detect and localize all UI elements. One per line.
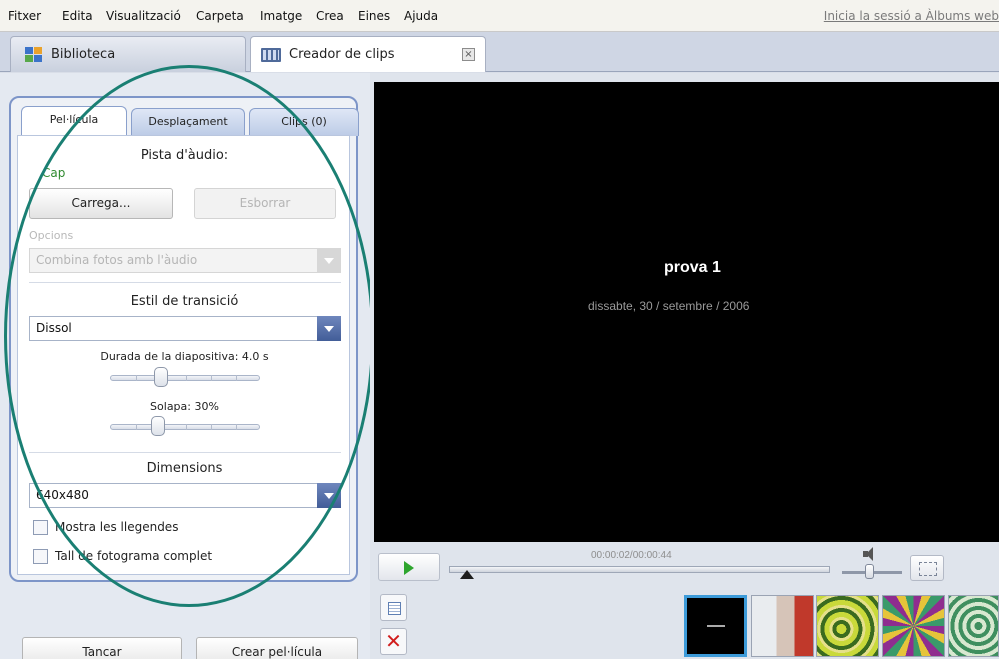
transition-style-select[interactable]: Dissol	[29, 316, 341, 341]
remove-clip-button[interactable]: ✕	[380, 628, 407, 655]
show-captions-row[interactable]: Mostra les llegendes	[33, 520, 253, 536]
dimensions-title: Dimensions	[146, 461, 223, 476]
load-audio-button[interactable]: Carrega...	[29, 188, 173, 219]
dimensions-select[interactable]: 640x480	[29, 483, 341, 508]
volume-slider-thumb[interactable]	[865, 564, 874, 579]
transition-style-value: Dissol	[36, 321, 72, 335]
options-select-value: Combina fotos amb l'àudio	[36, 253, 198, 267]
clip-thumbnail[interactable]	[751, 595, 814, 657]
divider	[29, 282, 341, 283]
tab-desplacament[interactable]: Desplaçament	[131, 108, 245, 136]
full-frame-crop-row[interactable]: Tall de fotograma complet	[33, 549, 253, 565]
play-button[interactable]	[378, 553, 440, 581]
full-frame-crop-checkbox[interactable]	[33, 549, 48, 564]
tab-creador-de-clips[interactable]: Creador de clips ×	[250, 36, 486, 72]
slide-duration-label: Durada de la diapositiva: 4.0 s	[100, 350, 269, 363]
slide-duration-slider[interactable]	[110, 375, 260, 381]
menu-ajuda[interactable]: Ajuda	[404, 9, 438, 23]
transition-style-title: Estil de transició	[130, 294, 239, 309]
overlap-slider[interactable]	[110, 424, 260, 430]
playhead-marker[interactable]	[460, 570, 474, 579]
panel-body: Pista d'àudio: Cap Carrega... Esborrar O…	[17, 135, 350, 575]
preview-title: prova 1	[664, 259, 721, 276]
library-icon	[25, 47, 43, 62]
chevron-down-icon	[317, 483, 341, 508]
chevron-down-icon	[317, 316, 341, 341]
clip-thumbnail[interactable]	[684, 595, 747, 657]
preview-date: dissabte, 30 / setembre / 2006	[588, 299, 750, 313]
dimensions-value: 640x480	[36, 488, 89, 502]
overlap-slider-thumb[interactable]	[151, 416, 165, 436]
signin-web-albums-link[interactable]: Inicia la sessió a Àlbums web	[824, 9, 999, 23]
volume-icon	[863, 547, 879, 561]
show-captions-checkbox[interactable]	[33, 520, 48, 535]
tab-biblioteca[interactable]: Biblioteca	[10, 36, 246, 72]
left-sidebar: Pel·lícula Desplaçament Clips (0) Pista …	[0, 73, 370, 659]
clip-thumbnail[interactable]	[948, 595, 999, 657]
video-preview: prova 1 dissabte, 30 / setembre / 2006	[374, 82, 999, 542]
preview-area: prova 1 dissabte, 30 / setembre / 2006 0…	[370, 73, 999, 659]
divider	[29, 452, 341, 453]
time-readout: 00:00:02/00:00:44	[591, 550, 672, 561]
audio-track-value: Cap	[42, 166, 66, 180]
audio-track-title: Pista d'àudio:	[140, 148, 229, 163]
add-text-slide-button[interactable]	[380, 594, 407, 621]
options-label: Opcions	[29, 229, 74, 242]
clip-thumbnail[interactable]	[816, 595, 879, 657]
tab-creador-label: Creador de clips	[289, 47, 395, 62]
menu-crea[interactable]: Crea	[316, 9, 344, 23]
movie-settings-panel: Pel·lícula Desplaçament Clips (0) Pista …	[9, 96, 359, 582]
full-frame-crop-label: Tall de fotograma complet	[55, 549, 213, 563]
menu-fitxer[interactable]: Fitxer	[8, 9, 41, 23]
timeline-scrubber[interactable]	[449, 566, 830, 573]
clip-thumbnail[interactable]	[882, 595, 945, 657]
fullscreen-button[interactable]	[910, 555, 944, 581]
chevron-down-icon	[317, 248, 341, 273]
menu-carpeta[interactable]: Carpeta	[196, 9, 244, 23]
film-icon	[261, 48, 281, 62]
tab-row: Biblioteca Creador de clips ×	[0, 32, 999, 72]
menu-bar: Fitxer Edita Visualització Carpeta Imatg…	[0, 0, 999, 32]
slide-duration-slider-thumb[interactable]	[154, 367, 168, 387]
delete-audio-button[interactable]: Esborrar	[194, 188, 336, 219]
panel-tabs: Pel·lícula Desplaçament Clips (0)	[21, 106, 359, 137]
create-movie-button[interactable]: Crear pel·lícula	[196, 637, 358, 659]
menu-edita[interactable]: Edita	[62, 9, 93, 23]
overlap-label: Solapa: 30%	[150, 400, 219, 413]
tab-biblioteca-label: Biblioteca	[51, 47, 116, 62]
close-button[interactable]: Tancar	[22, 637, 182, 659]
menu-imatge[interactable]: Imatge	[260, 9, 302, 23]
tab-pellicula[interactable]: Pel·lícula	[21, 106, 127, 137]
options-select[interactable]: Combina fotos amb l'àudio	[29, 248, 341, 273]
close-tab-icon[interactable]: ×	[462, 48, 475, 61]
tab-clips[interactable]: Clips (0)	[249, 108, 359, 136]
menu-visualitzacio[interactable]: Visualització	[106, 9, 181, 23]
menu-eines[interactable]: Eines	[358, 9, 390, 23]
show-captions-label: Mostra les llegendes	[55, 520, 179, 534]
